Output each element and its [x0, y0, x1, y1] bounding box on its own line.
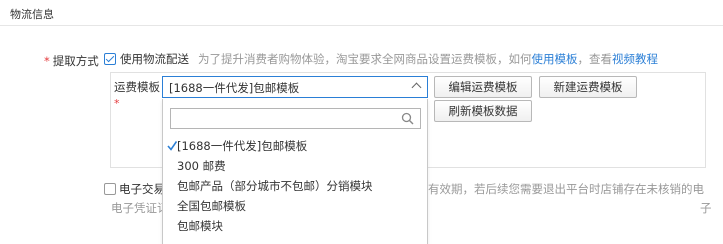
dropdown-option[interactable]: 300 邮费 — [177, 158, 226, 174]
use-template-link[interactable]: 使用模板 — [532, 52, 578, 66]
electronic-transaction-label: 电子交易 — [119, 182, 165, 196]
search-icon[interactable] — [401, 112, 414, 125]
required-mark: * — [44, 54, 50, 68]
hint-separator: ，查看 — [577, 52, 613, 66]
pickup-method-text: 提取方式 — [52, 54, 99, 68]
shipping-template-select[interactable]: [1688一件代发]包邮模板 — [162, 76, 428, 98]
new-template-button[interactable]: 新建运费模板 — [539, 76, 637, 98]
shipping-template-label: 运费模板 — [114, 80, 160, 94]
pickup-method-label: * 提取方式 — [44, 53, 99, 69]
edit-template-button[interactable]: 编辑运费模板 — [434, 76, 532, 98]
section-header: 物流信息 — [0, 0, 723, 26]
refresh-template-button[interactable]: 刷新模板数据 — [434, 100, 532, 122]
dropdown-option[interactable]: 全国包邮模板 — [177, 198, 246, 214]
template-hint: 为了提升消费者购物体验，淘宝要求全网商品设置运费模板，如何使用模板，查看视频教程 — [198, 51, 658, 67]
hint-text: 为了提升消费者购物体验，淘宝要求全网商品设置运费模板，如何 — [198, 52, 532, 66]
use-logistics-checkbox[interactable] — [104, 53, 116, 65]
dropdown-option[interactable]: [1688一件代发]包邮模板 — [177, 138, 307, 154]
dropdown-option[interactable]: 包邮模块 — [177, 218, 223, 234]
dropdown-search-box — [170, 108, 421, 129]
dropdown-search-input[interactable] — [171, 109, 399, 128]
template-dropdown: [1688一件代发]包邮模板 300 邮费 包邮产品（部分城市不包邮）分销模块 … — [162, 99, 428, 244]
template-required-mark: * — [114, 97, 120, 110]
video-tutorial-link[interactable]: 视频教程 — [612, 52, 658, 66]
checkmark-icon — [167, 141, 177, 151]
electronic-note-text: 有效期，若后续您需要退出平台时店铺存在未核销的电 — [428, 182, 704, 196]
selected-template-value: [1688一件代发]包邮模板 — [169, 81, 300, 95]
chevron-up-icon — [411, 82, 422, 93]
electronic-transaction-checkbox[interactable] — [104, 183, 116, 195]
dropdown-option[interactable]: 包邮产品（部分城市不包邮）分销模块 — [177, 178, 373, 194]
electronic-note-text-2: 子 — [700, 201, 712, 215]
section-title: 物流信息 — [10, 8, 54, 21]
use-logistics-label[interactable]: 使用物流配送 — [120, 51, 189, 67]
